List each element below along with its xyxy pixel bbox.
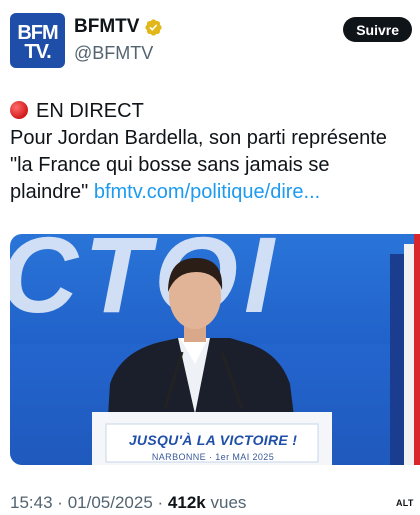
tweet-header: BFM TV. BFMTV @BFMTV Suivre: [10, 13, 412, 69]
display-name[interactable]: BFMTV: [74, 16, 139, 38]
follow-button[interactable]: Suivre: [343, 17, 412, 42]
name-row: BFMTV: [74, 16, 163, 38]
lectern-banner-title: JUSQU'À LA VICTOIRE !: [128, 432, 298, 448]
flag-red: [414, 234, 420, 465]
flag-blue: [390, 254, 404, 465]
alt-text-badge[interactable]: ALT: [396, 498, 414, 508]
tweet-image[interactable]: CTOI: [10, 234, 420, 465]
live-label: EN DIRECT: [36, 100, 144, 122]
flag-white: [404, 244, 414, 465]
tweet-meta: 15:43 · 01/05/2025 · 412k vues: [10, 493, 246, 513]
tweet-time[interactable]: 15:43: [10, 493, 53, 512]
red-circle-icon: [10, 101, 28, 119]
verified-badge-icon: [144, 18, 163, 37]
views-label: vues: [210, 493, 247, 512]
separator-dot: ·: [57, 493, 63, 512]
tweet-date[interactable]: 01/05/2025: [68, 493, 153, 512]
views-count: 412k: [167, 493, 206, 512]
tweet-text: EN DIRECT Pour Jordan Bardella, son part…: [10, 98, 410, 206]
avatar[interactable]: BFM TV.: [10, 13, 65, 68]
separator-dot: ·: [157, 493, 164, 512]
article-link[interactable]: bfmtv.com/politique/dire...: [94, 181, 320, 203]
handle[interactable]: @BFMTV: [74, 43, 153, 64]
avatar-logo-line2: TV.: [24, 41, 51, 63]
backdrop-letters: CTOI: [10, 234, 280, 335]
stage-scene: CTOI: [10, 234, 420, 465]
lectern-banner-subtitle: NARBONNE · 1er MAI 2025: [151, 452, 275, 462]
